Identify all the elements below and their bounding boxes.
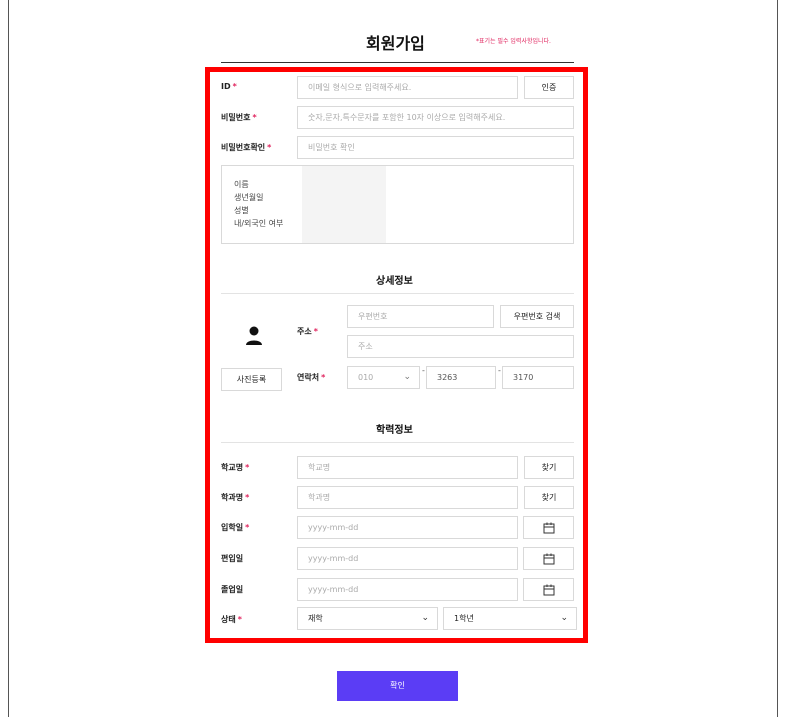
transfer-calendar-button[interactable] bbox=[523, 547, 574, 570]
status-select[interactable]: 재학 ⌄ bbox=[297, 607, 438, 630]
title-divider bbox=[221, 62, 574, 63]
id-input[interactable]: 이메일 형식으로 입력해주세요. bbox=[297, 76, 518, 99]
password-confirm-input[interactable]: 비밀번호 확인 bbox=[297, 136, 574, 159]
calendar-icon bbox=[543, 522, 554, 533]
info-item-gender: 성별 bbox=[234, 206, 249, 215]
status-label: 상태 * bbox=[221, 615, 242, 624]
address-label: 주소 * bbox=[297, 327, 318, 336]
password-confirm-label: 비밀번호확인 * bbox=[221, 143, 272, 152]
phone-last-input[interactable]: 3170 bbox=[502, 366, 574, 389]
password-label: 비밀번호 * bbox=[221, 113, 257, 122]
admission-date-input[interactable]: yyyy-mm-dd bbox=[297, 516, 518, 539]
phone-label: 연락처 * bbox=[297, 373, 326, 382]
required-note: *표기는 필수 입력사항입니다. bbox=[476, 38, 551, 45]
detail-divider bbox=[221, 293, 574, 294]
id-label: ID * bbox=[221, 82, 237, 91]
calendar-icon bbox=[543, 553, 554, 564]
phone-prefix-value: 010 bbox=[358, 373, 374, 382]
address-input[interactable]: 주소 bbox=[347, 335, 574, 358]
grade-value: 1학년 bbox=[454, 614, 474, 623]
phone-prefix-select[interactable]: 010 ⌄ bbox=[347, 366, 420, 389]
major-label: 학과명 * bbox=[221, 493, 250, 502]
person-icon bbox=[246, 326, 262, 345]
major-find-button[interactable]: 찾기 bbox=[524, 486, 574, 509]
info-item-nationality: 내/외국인 여부 bbox=[234, 219, 284, 228]
password-input[interactable]: 숫자,문자,특수문자를 포함한 10자 이상으로 입력해주세요. bbox=[297, 106, 574, 129]
phone-separator: - bbox=[422, 366, 425, 375]
transfer-date-input[interactable]: yyyy-mm-dd bbox=[297, 547, 518, 570]
admission-calendar-button[interactable] bbox=[523, 516, 574, 539]
info-item-name: 이름 bbox=[234, 180, 249, 189]
graduation-calendar-button[interactable] bbox=[523, 578, 574, 601]
detail-section-title: 상세정보 bbox=[376, 276, 413, 287]
photo-upload-button[interactable]: 사진등록 bbox=[221, 368, 282, 391]
education-section-title: 학력정보 bbox=[376, 425, 413, 436]
phone-middle-input[interactable]: 3263 bbox=[426, 366, 496, 389]
school-label: 학교명 * bbox=[221, 463, 250, 472]
school-find-button[interactable]: 찾기 bbox=[524, 456, 574, 479]
graduation-date-input[interactable]: yyyy-mm-dd bbox=[297, 578, 518, 601]
page-title: 회원가입 bbox=[366, 34, 425, 53]
calendar-icon bbox=[543, 584, 554, 595]
postal-search-button[interactable]: 우편번호 검색 bbox=[500, 305, 574, 328]
status-value: 재학 bbox=[308, 614, 323, 623]
personal-info-box: 이름 생년월일 성별 내/외국인 여부 bbox=[221, 165, 574, 244]
admission-label: 입학일 * bbox=[221, 523, 250, 532]
school-input[interactable]: 학교명 bbox=[297, 456, 518, 479]
verify-button[interactable]: 인증 bbox=[524, 76, 574, 99]
grade-select[interactable]: 1학년 ⌄ bbox=[443, 607, 577, 630]
chevron-down-icon: ⌄ bbox=[560, 613, 568, 623]
education-divider bbox=[221, 442, 574, 443]
info-placeholder-area bbox=[302, 166, 386, 243]
major-input[interactable]: 학과명 bbox=[297, 486, 518, 509]
postal-code-input[interactable]: 우편번호 bbox=[347, 305, 494, 328]
chevron-down-icon: ⌄ bbox=[421, 613, 429, 623]
phone-separator: - bbox=[498, 366, 501, 375]
confirm-button[interactable]: 확인 bbox=[337, 671, 458, 701]
transfer-label: 편입일 bbox=[221, 554, 244, 563]
chevron-down-icon: ⌄ bbox=[403, 372, 411, 382]
graduation-label: 졸업일 bbox=[221, 585, 244, 594]
info-item-birthdate: 생년월일 bbox=[234, 193, 264, 202]
personal-info-list: 이름 생년월일 성별 내/외국인 여부 bbox=[234, 178, 283, 230]
